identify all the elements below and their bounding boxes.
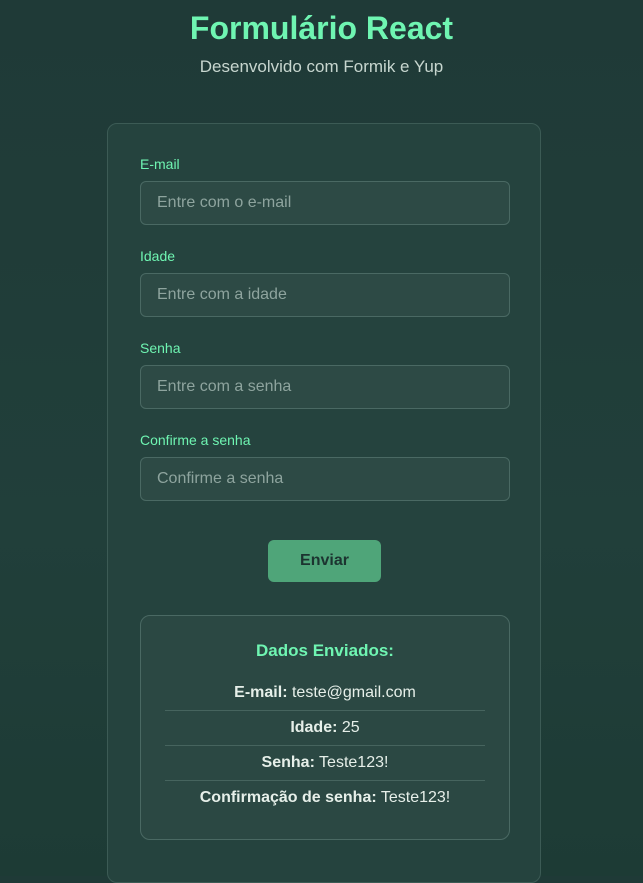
signup-form: E-mail Idade Senha Confirme a senha Envi… bbox=[107, 123, 541, 883]
submitted-confirm-password-row: Confirmação de senha: Teste123! bbox=[165, 781, 485, 815]
email-field-group: E-mail bbox=[140, 156, 510, 225]
email-input[interactable] bbox=[140, 181, 510, 225]
page-title: Formulário React bbox=[189, 10, 454, 46]
submitted-data-title: Dados Enviados: bbox=[256, 641, 394, 660]
submitted-password-key: Senha: bbox=[261, 754, 315, 771]
submitted-data-panel: Dados Enviados: E-mail: teste@gmail.com … bbox=[140, 615, 510, 840]
page-subtitle: Desenvolvido com Formik e Yup bbox=[199, 57, 444, 76]
password-label: Senha bbox=[140, 340, 181, 356]
confirm-password-label: Confirme a senha bbox=[140, 432, 251, 448]
submitted-email-key: E-mail: bbox=[234, 684, 288, 701]
submit-button[interactable]: Enviar bbox=[268, 540, 381, 582]
page-header: Formulário React Desenvolvido com Formik… bbox=[0, 0, 643, 77]
password-field-group: Senha bbox=[140, 340, 510, 409]
password-input[interactable] bbox=[140, 365, 510, 409]
submitted-age-row: Idade: 25 bbox=[165, 711, 485, 746]
submitted-email-value: teste@gmail.com bbox=[291, 684, 416, 701]
age-label: Idade bbox=[140, 248, 176, 264]
age-field-group: Idade bbox=[140, 248, 510, 317]
submitted-data-list: E-mail: teste@gmail.com Idade: 25 Senha:… bbox=[165, 676, 485, 815]
submitted-password-value: Teste123! bbox=[319, 754, 389, 771]
submitted-age-value: 25 bbox=[341, 719, 360, 736]
email-label: E-mail bbox=[140, 156, 180, 172]
submitted-email-row: E-mail: teste@gmail.com bbox=[165, 676, 485, 711]
confirm-password-field-group: Confirme a senha bbox=[140, 432, 510, 501]
submitted-password-row: Senha: Teste123! bbox=[165, 746, 485, 781]
submitted-confirm-password-key: Confirmação de senha: bbox=[199, 789, 377, 806]
confirm-password-input[interactable] bbox=[140, 457, 510, 501]
submitted-confirm-password-value: Teste123! bbox=[380, 789, 451, 806]
age-input[interactable] bbox=[140, 273, 510, 317]
submitted-age-key: Idade: bbox=[290, 719, 338, 736]
